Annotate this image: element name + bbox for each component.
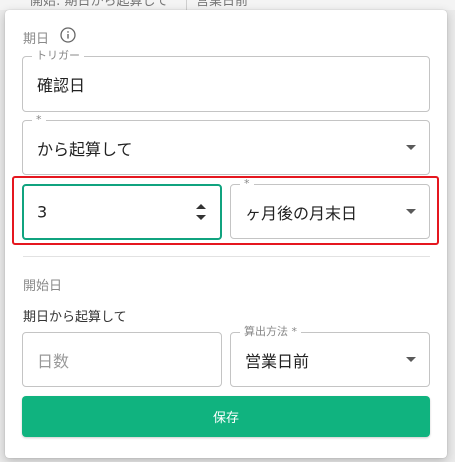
info-icon[interactable] bbox=[60, 27, 76, 43]
date-settings-popover: 期日 トリガー 確認日 * から起算して 3 * ヶ月後の月末日 開始日 期日か… bbox=[5, 10, 447, 458]
calc-method-label: 算出方法 * bbox=[240, 324, 301, 340]
background-start-text: 開始: 期日から起算して bbox=[30, 0, 169, 9]
months-number-value: 3 bbox=[37, 202, 48, 222]
caret-down-icon bbox=[406, 208, 416, 214]
background-page: 開始: 期日から起算して 営業日前 bbox=[0, 0, 455, 10]
calc-method-value: 営業日前 bbox=[245, 351, 310, 371]
due-date-title: 期日 bbox=[23, 32, 50, 47]
background-method-text: 営業日前 bbox=[196, 0, 249, 9]
unit-select[interactable]: * ヶ月後の月末日 bbox=[230, 176, 430, 239]
base-select[interactable]: * から起算して bbox=[22, 112, 430, 175]
background-separator bbox=[186, 0, 187, 10]
trigger-field[interactable]: トリガー 確認日 bbox=[22, 48, 430, 112]
calc-method-select[interactable]: 算出方法 * 営業日前 bbox=[230, 324, 430, 387]
base-select-value: から起算して bbox=[37, 139, 133, 159]
months-number-input[interactable]: 3 bbox=[22, 184, 222, 240]
base-select-label: * bbox=[32, 112, 46, 128]
days-input[interactable]: 日数 bbox=[22, 332, 222, 387]
start-date-description: 期日から起算して bbox=[23, 310, 127, 325]
unit-select-value: ヶ月後の月末日 bbox=[245, 203, 358, 223]
spin-down-icon[interactable] bbox=[196, 215, 206, 220]
section-divider bbox=[23, 256, 430, 257]
caret-down-icon bbox=[406, 356, 416, 362]
save-button[interactable]: 保存 bbox=[22, 396, 430, 437]
start-date-title: 開始日 bbox=[23, 279, 63, 294]
number-spinner-icon[interactable] bbox=[196, 203, 206, 221]
trigger-value: 確認日 bbox=[37, 76, 86, 95]
caret-down-icon bbox=[406, 144, 416, 150]
unit-select-label: * bbox=[240, 176, 254, 192]
trigger-label: トリガー bbox=[32, 48, 84, 64]
spin-up-icon[interactable] bbox=[196, 204, 206, 209]
days-placeholder: 日数 bbox=[37, 351, 70, 371]
